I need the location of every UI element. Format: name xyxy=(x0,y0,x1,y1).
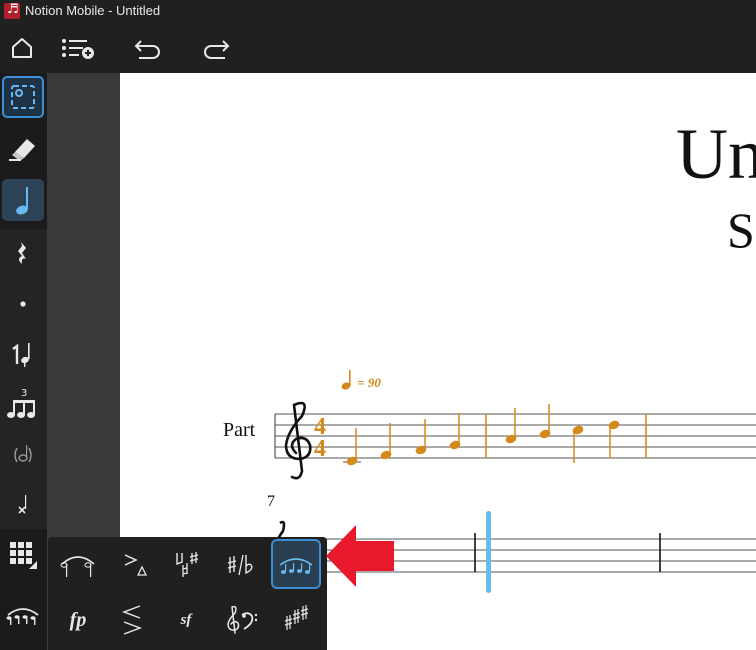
sf-dynamic-icon: sf xyxy=(180,611,192,628)
title-bar: ♬ Notion Mobile - Untitled xyxy=(0,0,756,22)
undo-icon xyxy=(134,40,160,59)
playback-cursor[interactable] xyxy=(486,511,491,593)
triplet-button[interactable]: 3 xyxy=(2,383,44,425)
dot-icon xyxy=(20,301,26,307)
notation-palette: fp sf xyxy=(48,537,327,650)
selection-icon xyxy=(11,85,35,109)
svg-text:3: 3 xyxy=(21,388,27,399)
note-modifiers-group: 3 xyxy=(0,229,47,529)
palette-hairpins[interactable] xyxy=(107,595,157,645)
tie-slur-icon xyxy=(60,556,95,577)
palette-accidentals[interactable] xyxy=(161,540,211,590)
measure-number: 7 xyxy=(267,493,275,510)
note[interactable] xyxy=(414,419,427,456)
quarter-rest-icon xyxy=(18,242,26,264)
x-notehead-button[interactable] xyxy=(2,483,44,525)
palette-ties-slurs[interactable] xyxy=(53,540,103,590)
hairpin-icon xyxy=(122,605,142,635)
sharp-flat-icon xyxy=(227,554,253,576)
time-signature-bottom[interactable]: 4 xyxy=(314,436,326,462)
note[interactable] xyxy=(571,424,584,463)
selection-tool-button[interactable] xyxy=(2,76,44,118)
palette-dynamics[interactable]: fp xyxy=(53,595,103,645)
quarter-note-icon xyxy=(16,187,28,215)
clef-icon xyxy=(227,605,258,634)
home-icon xyxy=(12,38,32,58)
natural-sharp-icon xyxy=(176,552,199,577)
grace-note-icon xyxy=(12,343,30,367)
cue-note-icon xyxy=(14,445,32,463)
slur-notes-icon xyxy=(279,558,313,574)
note[interactable] xyxy=(504,408,517,445)
add-instrument-icon xyxy=(62,39,94,59)
note[interactable] xyxy=(379,423,392,461)
note-tool-button[interactable] xyxy=(2,179,44,221)
window-title: Notion Mobile - Untitled xyxy=(25,3,161,18)
grid-icon xyxy=(10,542,37,569)
palette-key-signatures[interactable] xyxy=(271,595,321,645)
grace-note-button[interactable] xyxy=(2,333,44,375)
dot-button[interactable] xyxy=(2,283,44,325)
note[interactable] xyxy=(607,419,620,458)
undo-button[interactable] xyxy=(132,30,164,66)
palette-slur-articulations[interactable] xyxy=(271,539,321,589)
redo-icon xyxy=(204,40,230,59)
current-palette-button[interactable] xyxy=(2,593,44,635)
fp-dynamic-icon: fp xyxy=(69,608,87,631)
home-button[interactable] xyxy=(8,30,36,66)
rest-button[interactable] xyxy=(2,233,44,275)
x-notehead-icon xyxy=(18,495,27,514)
eraser-tool-button[interactable] xyxy=(2,127,44,169)
palette-toggle-button[interactable] xyxy=(2,534,44,576)
palette-sforzando[interactable]: sf xyxy=(161,595,211,645)
note[interactable] xyxy=(538,404,551,440)
add-instrument-button[interactable] xyxy=(58,30,96,66)
palette-sharp-flat[interactable] xyxy=(215,540,265,590)
triplet-icon: 3 xyxy=(7,388,35,418)
left-sidebar: 3 xyxy=(0,73,47,650)
red-arrow-annotation xyxy=(326,525,394,587)
palette-clefs[interactable] xyxy=(215,595,265,645)
redo-button[interactable] xyxy=(200,30,232,66)
key-signature-icon xyxy=(284,605,309,630)
slur-palette-icon xyxy=(6,608,39,625)
notion-logo-icon: ♬ xyxy=(4,2,20,19)
articulation-icon xyxy=(124,554,148,576)
eraser-icon xyxy=(9,139,35,161)
palette-articulations[interactable] xyxy=(107,540,157,590)
top-toolbar xyxy=(0,22,756,73)
note[interactable] xyxy=(448,413,461,451)
cue-note-button[interactable] xyxy=(2,434,44,476)
